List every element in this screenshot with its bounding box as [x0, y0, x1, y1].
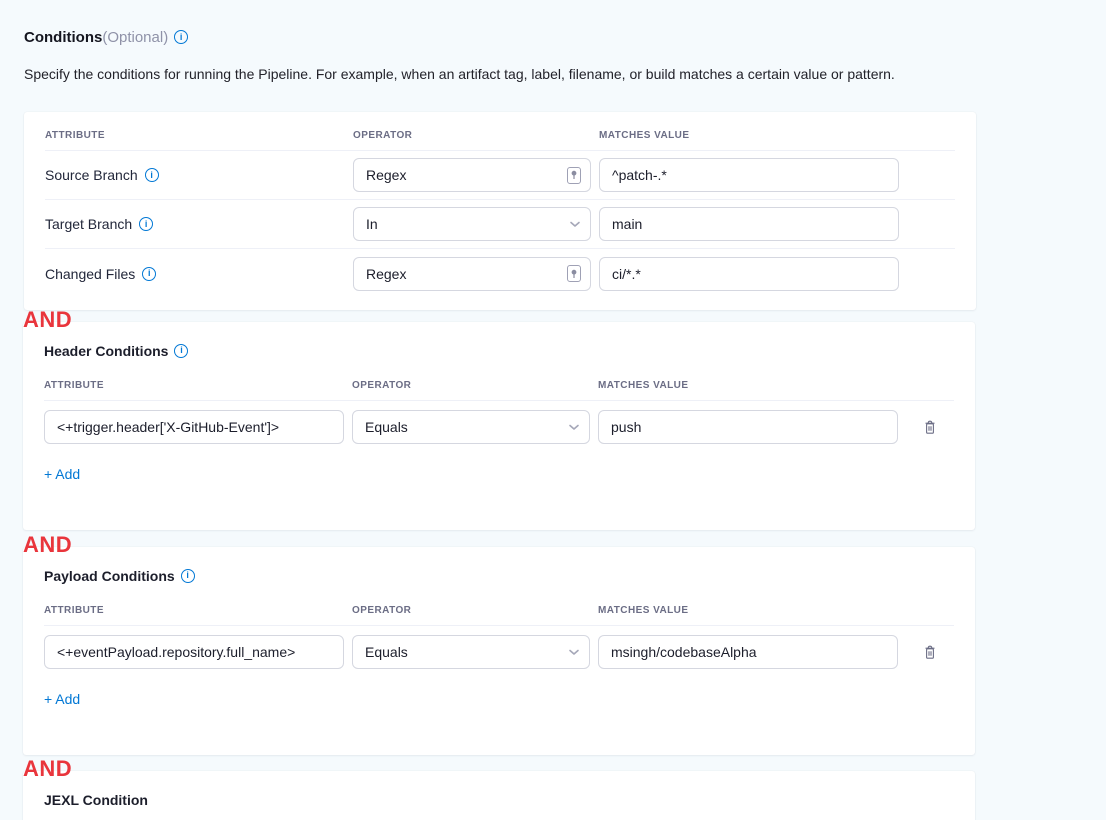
- chevron-down-icon: [568, 423, 580, 431]
- changed-files-operator-select[interactable]: Regex: [353, 257, 591, 291]
- changed-files-value-input[interactable]: [599, 257, 899, 291]
- and-separator: AND: [23, 308, 72, 332]
- column-header-spacer: [907, 130, 955, 141]
- operator-value: Equals: [365, 419, 408, 435]
- payload-conditions-card: Payload Conditions ATTRIBUTE OPERATOR MA…: [23, 547, 975, 755]
- column-header-matches-value: MATCHES VALUE: [598, 380, 898, 391]
- column-header-attribute: ATTRIBUTE: [45, 130, 345, 141]
- branch-conditions-card: ATTRIBUTE OPERATOR MATCHES VALUE Source …: [24, 112, 976, 310]
- fixed-input-icon[interactable]: [567, 167, 581, 184]
- table-row: Equals: [44, 626, 954, 678]
- column-header-matches-value: MATCHES VALUE: [598, 605, 898, 616]
- column-header-operator: OPERATOR: [352, 605, 590, 616]
- table-row: Source Branch Regex: [45, 151, 955, 200]
- column-header-operator: OPERATOR: [352, 380, 590, 391]
- column-header-spacer: [906, 605, 954, 616]
- payload-value-input[interactable]: [598, 635, 898, 669]
- chevron-down-icon: [569, 220, 581, 228]
- add-payload-condition-link[interactable]: + Add: [44, 691, 80, 707]
- header-operator-select[interactable]: Equals: [352, 410, 590, 444]
- column-header-operator: OPERATOR: [353, 130, 591, 141]
- card-bottom-spacer: [45, 298, 955, 310]
- table-row: Target Branch In: [45, 200, 955, 249]
- column-header-attribute: ATTRIBUTE: [44, 380, 344, 391]
- table-row: Equals: [44, 401, 954, 453]
- operator-value: In: [366, 216, 378, 232]
- trash-icon: [923, 644, 937, 660]
- table-row: Changed Files Regex: [45, 249, 955, 298]
- source-branch-value-input[interactable]: [599, 158, 899, 192]
- card-bottom-spacer: [44, 484, 954, 530]
- delete-row-button[interactable]: [914, 411, 946, 443]
- info-icon[interactable]: [139, 217, 153, 231]
- operator-value: Equals: [365, 644, 408, 660]
- table-header-row: ATTRIBUTE OPERATOR MATCHES VALUE: [44, 359, 954, 401]
- and-separator: AND: [23, 533, 72, 557]
- attribute-label-text: Changed Files: [45, 266, 135, 282]
- table-header-row: ATTRIBUTE OPERATOR MATCHES VALUE: [44, 584, 954, 626]
- target-branch-operator-select[interactable]: In: [353, 207, 591, 241]
- header-conditions-card: Header Conditions ATTRIBUTE OPERATOR MAT…: [23, 322, 975, 530]
- section-title: JEXL Condition: [44, 792, 148, 808]
- section-title: Payload Conditions: [44, 568, 175, 584]
- header-attribute-input[interactable]: [44, 410, 344, 444]
- column-header-spacer: [906, 380, 954, 391]
- jexl-condition-card: JEXL Condition <+eventPayload.repository…: [23, 771, 975, 820]
- optional-label: (Optional): [102, 29, 168, 46]
- info-icon[interactable]: [142, 267, 156, 281]
- delete-row-button[interactable]: [914, 636, 946, 668]
- target-branch-value-input[interactable]: [599, 207, 899, 241]
- payload-attribute-input[interactable]: [44, 635, 344, 669]
- operator-value: Regex: [366, 266, 406, 282]
- chevron-down-icon: [568, 648, 580, 656]
- attribute-label-text: Target Branch: [45, 216, 132, 232]
- column-header-attribute: ATTRIBUTE: [44, 605, 344, 616]
- column-header-matches-value: MATCHES VALUE: [599, 130, 899, 141]
- payload-conditions-title-row: Payload Conditions: [44, 547, 954, 584]
- table-header-row: ATTRIBUTE OPERATOR MATCHES VALUE: [45, 112, 955, 151]
- page-description: Specify the conditions for running the P…: [24, 64, 1106, 84]
- and-separator: AND: [23, 757, 72, 781]
- info-icon[interactable]: [181, 569, 195, 583]
- source-branch-label: Source Branch: [45, 167, 345, 183]
- section-title: Header Conditions: [44, 343, 168, 359]
- jexl-title-row: JEXL Condition: [44, 771, 954, 808]
- trash-icon: [923, 419, 937, 435]
- changed-files-label: Changed Files: [45, 266, 345, 282]
- add-header-condition-link[interactable]: + Add: [44, 466, 80, 482]
- attribute-label-text: Source Branch: [45, 167, 138, 183]
- header-value-input[interactable]: [598, 410, 898, 444]
- conditions-heading: Conditions (Optional): [24, 28, 1106, 46]
- payload-operator-select[interactable]: Equals: [352, 635, 590, 669]
- page-title: Conditions: [24, 29, 102, 46]
- info-icon[interactable]: [174, 30, 188, 44]
- operator-value: Regex: [366, 167, 406, 183]
- card-bottom-spacer: [44, 709, 954, 755]
- info-icon[interactable]: [174, 344, 188, 358]
- target-branch-label: Target Branch: [45, 216, 345, 232]
- header-conditions-title-row: Header Conditions: [44, 322, 954, 359]
- source-branch-operator-select[interactable]: Regex: [353, 158, 591, 192]
- fixed-input-icon[interactable]: [567, 265, 581, 282]
- info-icon[interactable]: [145, 168, 159, 182]
